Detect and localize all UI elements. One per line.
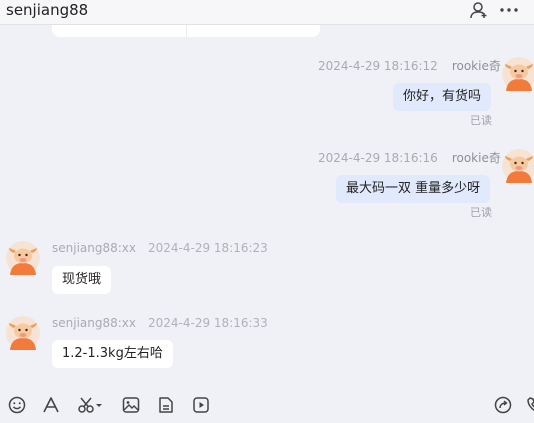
- avatar[interactable]: [6, 316, 40, 350]
- scissors-icon[interactable]: [77, 395, 105, 415]
- emoji-icon[interactable]: [7, 395, 27, 415]
- message-meta: senjiang88:xx 2024-4-29 18:16:23: [52, 241, 268, 255]
- chat-header: senjiang88: [0, 0, 534, 25]
- chat-title: senjiang88: [6, 1, 89, 19]
- message-bubble[interactable]: 最大码一双 重量多少呀: [336, 175, 491, 203]
- message-time: 2024-4-29 18:16:33: [148, 316, 268, 330]
- sender-name: senjiang88:xx: [52, 241, 136, 255]
- file-icon[interactable]: [156, 395, 176, 415]
- message-meta: senjiang88:xx 2024-4-29 18:16:33: [52, 316, 268, 330]
- message-meta: 2024-4-29 18:16:16 rookie奇: [318, 151, 501, 165]
- share-icon[interactable]: [493, 395, 513, 415]
- sender-name: senjiang88:xx: [52, 316, 136, 330]
- phone-icon[interactable]: [525, 395, 534, 415]
- message-meta: 2024-4-29 18:16:12 rookie奇: [318, 59, 501, 73]
- message-time: 2024-4-29 18:16:23: [148, 241, 268, 255]
- image-icon[interactable]: [121, 395, 141, 415]
- message-time: 2024-4-29 18:16:12: [318, 59, 438, 73]
- previous-message-card: [52, 25, 320, 37]
- message-bubble[interactable]: 1.2-1.3kg左右哈: [52, 340, 173, 368]
- read-status: 已读: [470, 114, 492, 127]
- message-bubble[interactable]: 现货哦: [52, 266, 112, 294]
- more-icon[interactable]: [499, 1, 519, 19]
- message-bubble[interactable]: 你好，有货吗: [393, 83, 492, 111]
- read-status: 已读: [470, 206, 492, 219]
- message-time: 2024-4-29 18:16:16: [318, 151, 438, 165]
- add-user-icon[interactable]: [469, 1, 489, 19]
- input-toolbar: [0, 392, 534, 418]
- sender-name: rookie奇: [451, 59, 501, 73]
- avatar[interactable]: [502, 57, 534, 91]
- font-icon[interactable]: [41, 395, 61, 415]
- avatar[interactable]: [502, 149, 534, 183]
- message-list[interactable]: 2024-4-29 18:16:12 rookie奇 你好，有货吗 已读 2024…: [0, 25, 534, 385]
- video-icon[interactable]: [191, 395, 211, 415]
- sender-name: rookie奇: [451, 151, 501, 165]
- avatar[interactable]: [6, 241, 40, 275]
